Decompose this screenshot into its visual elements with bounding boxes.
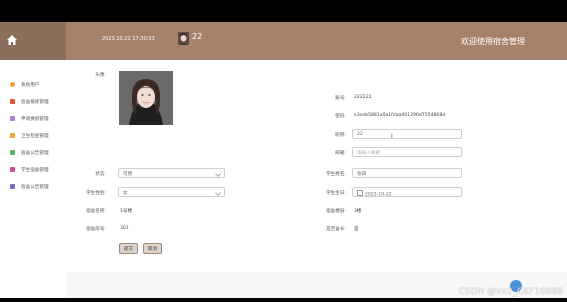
watermark: CSDN @vx2_CKF10088	[458, 287, 563, 297]
gender-label: 学生性别:	[86, 191, 106, 196]
gender-select[interactable]: 女	[118, 187, 225, 197]
sidebar-item-swap[interactable]: 申请换宿管理	[0, 110, 66, 127]
dorm-name-label: 宿舍名称:	[86, 209, 106, 214]
sidebar-item-student[interactable]: 学生宿舍管理	[0, 161, 66, 178]
sidebar-item-repair[interactable]: 宿舍报修管理	[0, 93, 66, 110]
sidebar-item-label: 学生宿舍管理	[21, 167, 49, 173]
sidebar-item-label: 系统用户	[21, 82, 40, 88]
username: 22	[192, 32, 203, 41]
text-cursor-icon: I	[391, 133, 393, 140]
is-leader-label: 是否舍长:	[326, 227, 346, 232]
home-icon	[7, 35, 17, 45]
sidebar-item-label: 卫生检查管理	[21, 133, 49, 139]
dorm-no-value: 301	[120, 226, 129, 231]
student-icon	[10, 167, 15, 172]
check-icon	[10, 133, 15, 138]
student-name-input[interactable]: 张四	[352, 168, 462, 178]
sidebar-item-label: 宿舍公告管理	[21, 184, 49, 190]
user-icon	[10, 82, 15, 87]
sidebar-nav: 系统用户 宿舍报修管理 申请换宿管理 卫生检查管理 宿舍公告管理 学生宿舍管理	[0, 76, 66, 195]
calendar-icon	[357, 190, 363, 196]
chevron-down-icon	[215, 171, 221, 177]
home-button[interactable]	[0, 22, 66, 60]
sidebar-item-notice[interactable]: 宿舍公告管理	[0, 144, 66, 161]
password-label: 密码:	[335, 114, 346, 119]
current-datetime: 2023.10.22 17:30:33	[102, 36, 155, 42]
profile-photo[interactable]	[119, 71, 173, 125]
student-name-value: 张四	[357, 172, 367, 177]
app-title: 欢迎使用宿舍管理	[461, 37, 525, 46]
repair-icon	[10, 99, 15, 104]
email-placeholder: 请输入邮箱	[357, 151, 380, 156]
top-header: 2023.10.22 17:30:33 22 欢迎使用宿舍管理	[66, 22, 567, 60]
sidebar-item-label: 宿舍报修管理	[21, 99, 49, 105]
gender-value: 女	[123, 191, 128, 196]
dorm-name-value: 1号楼	[120, 209, 133, 214]
email-label: 邮箱:	[335, 151, 346, 156]
account-label: 账号:	[335, 96, 346, 101]
nickname-input[interactable]: 22	[352, 129, 462, 139]
sidebar-item-hygiene[interactable]: 卫生检查管理	[0, 127, 66, 144]
chevron-down-icon	[215, 190, 221, 196]
sidebar-item-label: 申请换宿管理	[21, 116, 49, 122]
status-value: 可用	[123, 172, 133, 177]
birthday-label: 学生生日:	[326, 191, 346, 196]
dorm-floor-label: 宿舍楼层:	[326, 209, 346, 214]
sidebar-item-label: 宿舍公告管理	[21, 150, 49, 156]
dorm-no-label: 宿舍房号:	[86, 227, 106, 232]
submit-button[interactable]: 提交	[119, 243, 138, 254]
dorm-floor-value: 3楼	[354, 209, 362, 214]
user-avatar[interactable]	[178, 31, 189, 45]
sidebar-item-system-user[interactable]: 系统用户	[0, 76, 66, 93]
app-window: 系统用户 宿舍报修管理 申请换宿管理 卫生检查管理 宿舍公告管理 学生宿舍管理	[0, 22, 567, 298]
announce-icon	[10, 184, 15, 189]
sidebar: 系统用户 宿舍报修管理 申请换宿管理 卫生检查管理 宿舍公告管理 学生宿舍管理	[0, 22, 66, 298]
password-value: e3ceb5881a0a1fdaad01296d7554868d	[354, 113, 446, 118]
is-leader-value: 是	[354, 227, 359, 232]
status-label: 状态:	[95, 172, 106, 177]
nickname-label: 昵称:	[335, 133, 346, 138]
main-content: 头像: 状态: 可用 学生性别: 女 宿舍名称: 1号楼 宿舍房号: 301 账…	[66, 60, 567, 298]
nickname-value: 22	[357, 132, 363, 137]
swap-icon	[10, 116, 15, 121]
status-select[interactable]: 可用	[118, 168, 225, 178]
profile-form: 头像: 状态: 可用 学生性别: 女 宿舍名称: 1号楼 宿舍房号: 301 账…	[66, 60, 567, 272]
notice-icon	[10, 150, 15, 155]
student-name-label: 学生姓名:	[326, 172, 346, 177]
birthday-picker[interactable]: 2023-10-22	[352, 187, 462, 198]
account-value: 222222	[354, 95, 372, 100]
birthday-value: 2023-10-22	[365, 192, 392, 198]
email-field[interactable]: 请输入邮箱	[352, 147, 462, 157]
sidebar-item-announce[interactable]: 宿舍公告管理	[0, 178, 66, 195]
cancel-button[interactable]: 取消	[143, 243, 162, 254]
avatar-label: 头像:	[95, 73, 106, 78]
